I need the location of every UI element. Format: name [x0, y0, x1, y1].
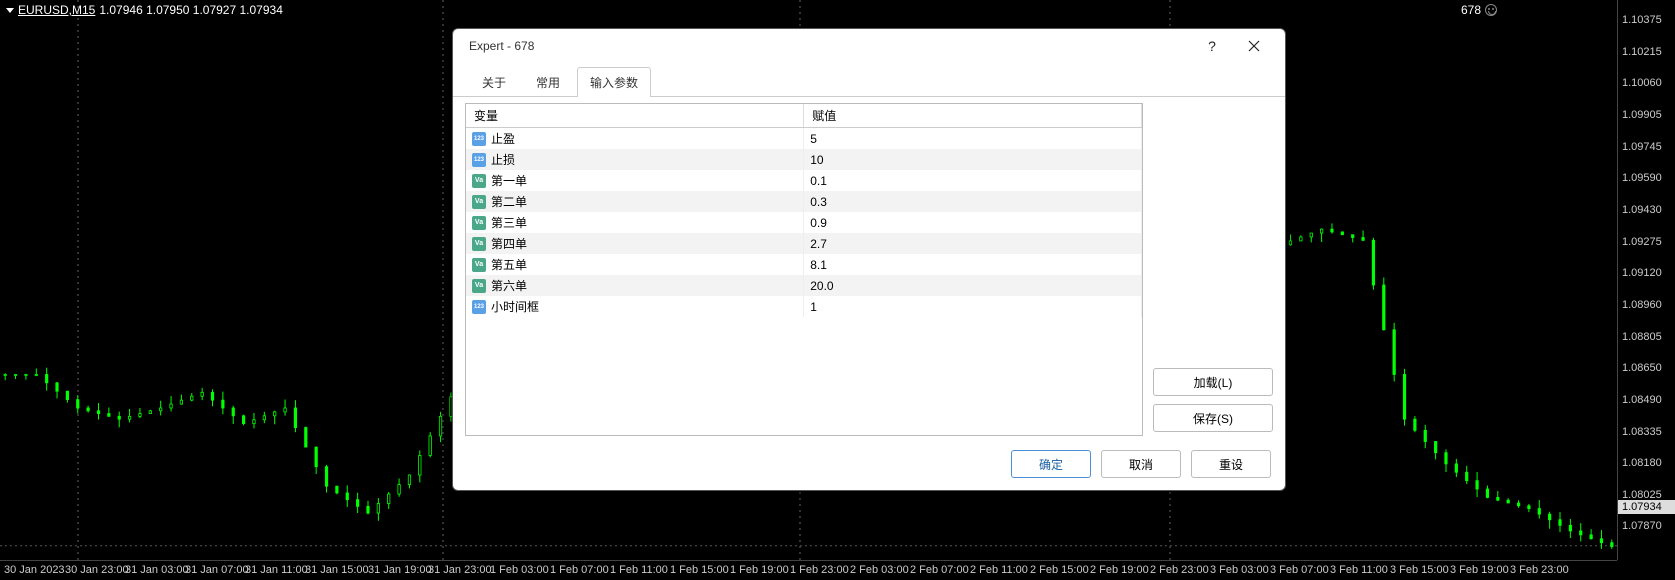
param-value[interactable]: 0.3: [804, 191, 1142, 212]
double-icon: [472, 279, 486, 293]
price-tick: 1.08335: [1622, 426, 1662, 438]
price-tick: 1.09430: [1622, 204, 1662, 216]
time-tick: 1 Feb 15:00: [670, 564, 729, 576]
param-name: 第六单: [491, 277, 527, 294]
help-button[interactable]: [1191, 32, 1233, 60]
col-variable[interactable]: 变量: [466, 104, 804, 128]
time-tick: 2 Feb 23:00: [1150, 564, 1209, 576]
tab-1[interactable]: 常用: [523, 67, 573, 97]
param-value[interactable]: 1: [804, 296, 1142, 317]
time-tick: 31 Jan 19:00: [368, 564, 432, 576]
param-name: 第三单: [491, 214, 527, 231]
param-name: 第二单: [491, 193, 527, 210]
reset-button[interactable]: 重设: [1191, 450, 1271, 478]
close-button[interactable]: [1233, 32, 1275, 60]
price-tick: 1.09745: [1622, 141, 1662, 153]
param-value[interactable]: 2.7: [804, 233, 1142, 254]
load-button[interactable]: 加载(L): [1153, 368, 1273, 396]
param-name: 第五单: [491, 256, 527, 273]
price-tick: 1.09590: [1622, 172, 1662, 184]
time-tick: 2 Feb 19:00: [1090, 564, 1149, 576]
param-name: 第一单: [491, 172, 527, 189]
time-tick: 1 Feb 03:00: [490, 564, 549, 576]
double-icon: [472, 258, 486, 272]
time-tick: 1 Feb 07:00: [550, 564, 609, 576]
tab-0[interactable]: 关于: [469, 67, 519, 97]
time-tick: 31 Jan 11:00: [245, 564, 308, 576]
time-tick: 3 Feb 15:00: [1390, 564, 1449, 576]
time-tick: 1 Feb 19:00: [730, 564, 789, 576]
param-row[interactable]: 第二单 0.3: [466, 191, 1142, 212]
time-tick: 3 Feb 03:00: [1210, 564, 1269, 576]
tab-2[interactable]: 输入参数: [577, 67, 651, 97]
price-tick: 1.09275: [1622, 236, 1662, 248]
double-icon: [472, 195, 486, 209]
param-name: 止盈: [491, 130, 515, 147]
dialog-titlebar[interactable]: Expert - 678: [453, 29, 1285, 63]
ok-button[interactable]: 确定: [1011, 450, 1091, 478]
time-tick: 30 Jan 2023: [4, 564, 65, 576]
time-tick: 3 Feb 19:00: [1450, 564, 1509, 576]
time-tick: 2 Feb 15:00: [1030, 564, 1089, 576]
param-row[interactable]: 第六单 20.0: [466, 275, 1142, 296]
time-tick: 1 Feb 23:00: [790, 564, 849, 576]
price-tick: 1.10060: [1622, 77, 1662, 89]
price-tick: 1.08180: [1622, 457, 1662, 469]
price-tick: 1.09905: [1622, 109, 1662, 121]
integer-icon: [472, 153, 486, 167]
param-name: 小时间框: [491, 298, 539, 315]
param-value[interactable]: 20.0: [804, 275, 1142, 296]
time-tick: 1 Feb 11:00: [610, 564, 668, 576]
param-row[interactable]: 小时间框 1: [466, 296, 1142, 317]
time-tick: 2 Feb 07:00: [910, 564, 969, 576]
time-axis[interactable]: 30 Jan 202330 Jan 23:0031 Jan 03:0031 Ja…: [0, 560, 1617, 580]
price-tick: 1.08490: [1622, 394, 1662, 406]
double-icon: [472, 237, 486, 251]
integer-icon: [472, 300, 486, 314]
close-icon: [1248, 40, 1260, 52]
price-tick: 1.10215: [1622, 46, 1662, 58]
param-value[interactable]: 0.9: [804, 212, 1142, 233]
param-row[interactable]: 止损 10: [466, 149, 1142, 170]
save-button[interactable]: 保存(S): [1153, 404, 1273, 432]
last-price-marker: 1.07934: [1618, 500, 1675, 514]
time-tick: 2 Feb 03:00: [850, 564, 909, 576]
time-tick: 2 Feb 11:00: [970, 564, 1028, 576]
expert-dialog: Expert - 678 关于常用输入参数 变量 赋值 止盈 5 止损 10 第一单 0.…: [452, 28, 1286, 491]
price-tick: 1.08805: [1622, 331, 1662, 343]
time-tick: 31 Jan 03:00: [125, 564, 189, 576]
param-row[interactable]: 第五单 8.1: [466, 254, 1142, 275]
integer-icon: [472, 132, 486, 146]
time-tick: 3 Feb 23:00: [1510, 564, 1569, 576]
param-value[interactable]: 10: [804, 149, 1142, 170]
time-tick: 30 Jan 23:00: [65, 564, 129, 576]
time-tick: 3 Feb 11:00: [1330, 564, 1388, 576]
param-row[interactable]: 第四单 2.7: [466, 233, 1142, 254]
price-tick: 1.09120: [1622, 267, 1662, 279]
price-tick: 1.10375: [1622, 14, 1662, 26]
param-row[interactable]: 第一单 0.1: [466, 170, 1142, 191]
double-icon: [472, 216, 486, 230]
dialog-title: Expert - 678: [469, 39, 534, 53]
param-name: 第四单: [491, 235, 527, 252]
dialog-tabs: 关于常用输入参数: [453, 63, 1285, 97]
time-tick: 31 Jan 15:00: [305, 564, 369, 576]
param-value[interactable]: 5: [804, 128, 1142, 150]
time-tick: 3 Feb 07:00: [1270, 564, 1329, 576]
param-value[interactable]: 0.1: [804, 170, 1142, 191]
price-tick: 1.08650: [1622, 362, 1662, 374]
double-icon: [472, 174, 486, 188]
param-row[interactable]: 止盈 5: [466, 128, 1142, 150]
price-tick: 1.08960: [1622, 299, 1662, 311]
param-value[interactable]: 8.1: [804, 254, 1142, 275]
param-name: 止损: [491, 151, 515, 168]
price-tick: 1.07870: [1622, 520, 1662, 532]
col-value[interactable]: 赋值: [804, 104, 1142, 128]
price-scale[interactable]: 1.10375 1.10215 1.10060 1.09905 1.09745 1.095…: [1617, 0, 1675, 560]
time-tick: 31 Jan 23:00: [428, 564, 492, 576]
param-row[interactable]: 第三单 0.9: [466, 212, 1142, 233]
cancel-button[interactable]: 取消: [1101, 450, 1181, 478]
time-tick: 31 Jan 07:00: [185, 564, 249, 576]
params-grid[interactable]: 变量 赋值 止盈5止损10第一单0.1第二单0.3第三单0.9第四单2.7第五单…: [465, 103, 1143, 436]
